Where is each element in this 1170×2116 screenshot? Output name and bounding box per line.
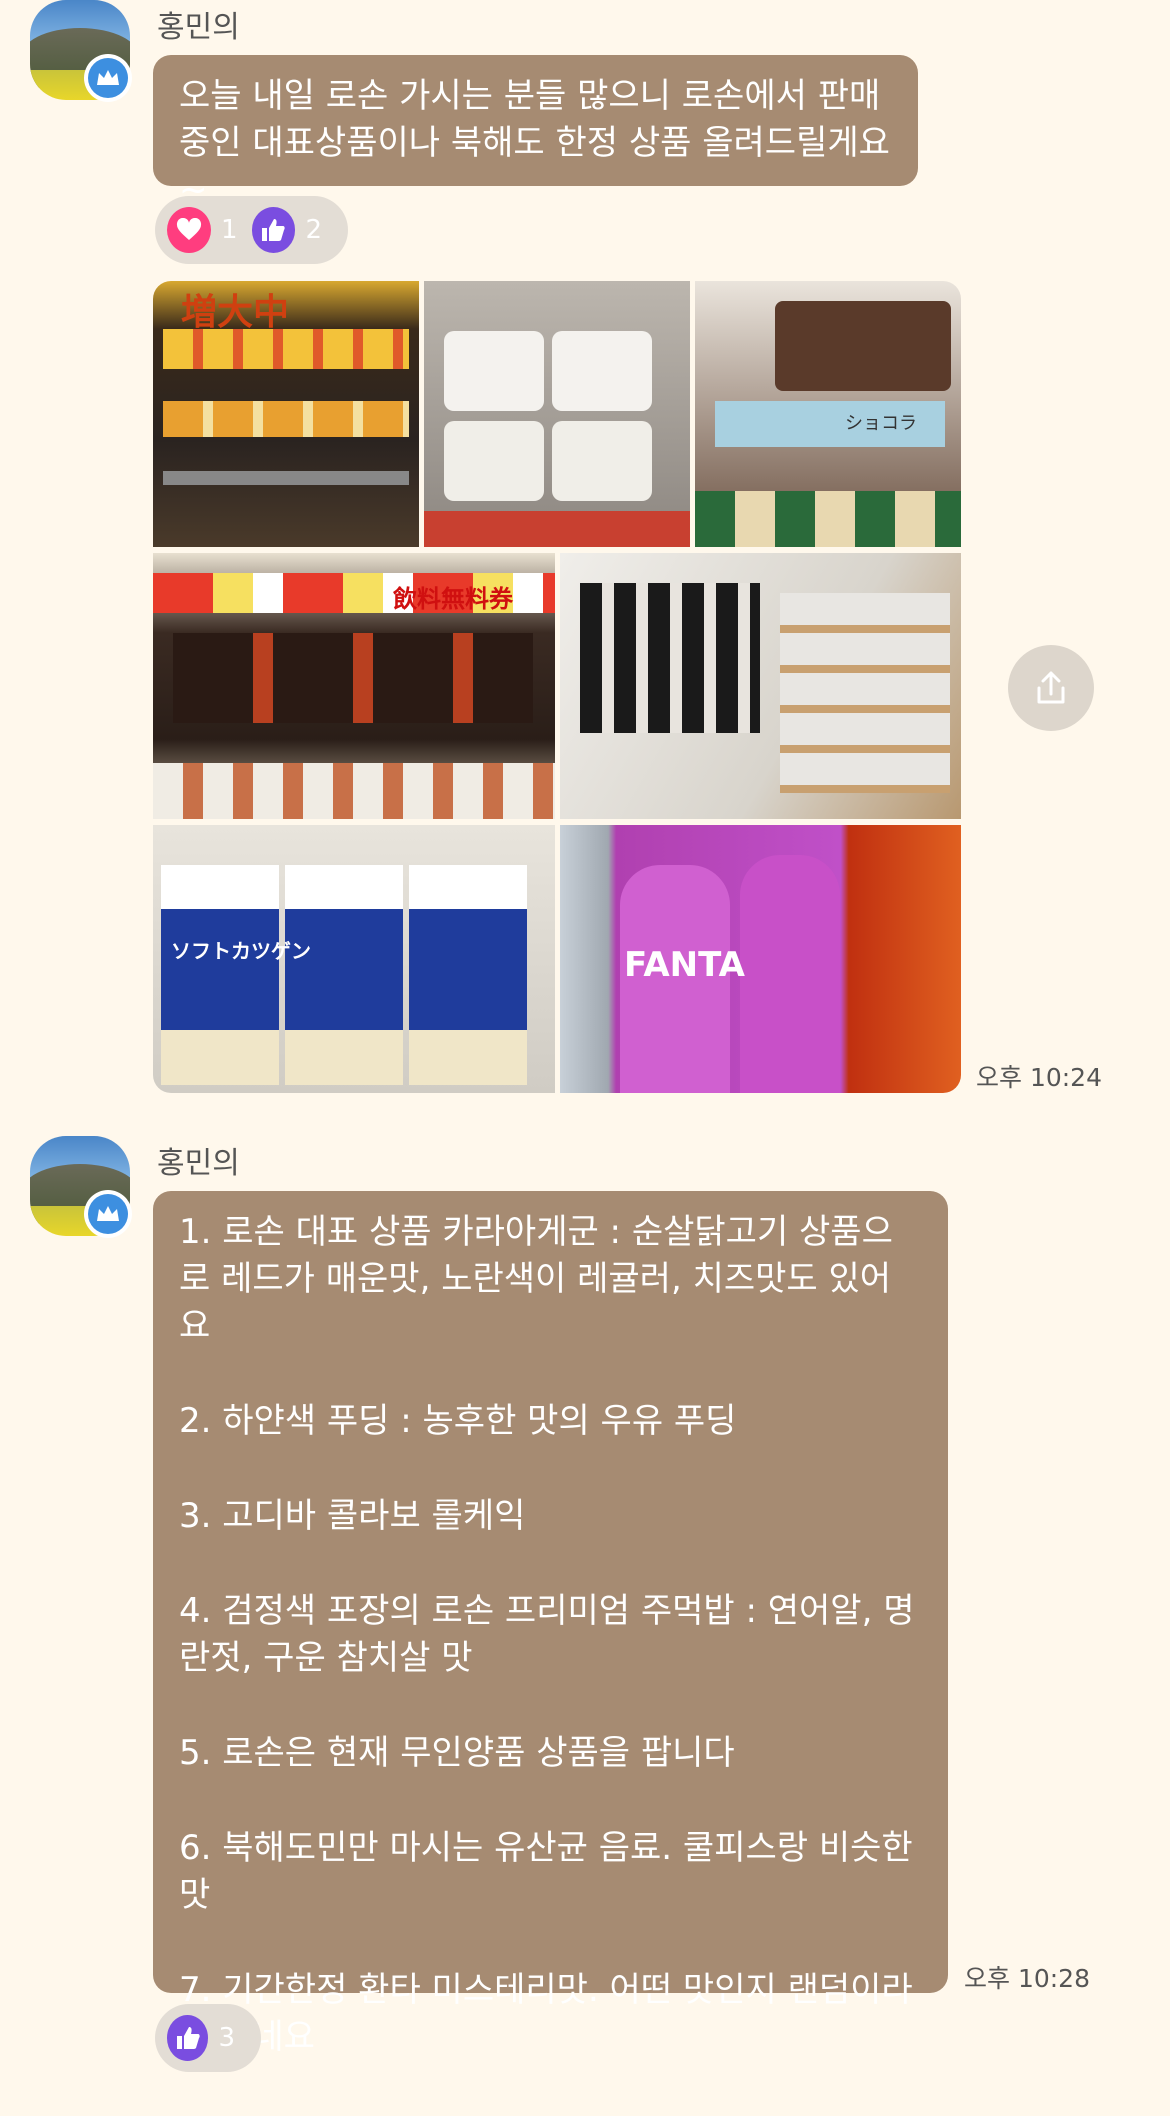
reaction-bar[interactable]: 1 2 <box>155 196 348 264</box>
message-time: 오후 10:28 <box>964 1964 1090 1993</box>
thumbs-up-icon[interactable] <box>167 2015 209 2061</box>
photo-overlay-text: ショコラ <box>845 413 917 434</box>
crown-badge-icon <box>84 1190 132 1238</box>
crown-badge-icon <box>84 54 132 102</box>
list-item: 4. 검정색 포장의 로손 프리미엄 주먹밥 : 연어알, 명란젓, 구운 참치… <box>179 1591 915 1678</box>
photo-overlay-text: 飲料無料券 <box>393 585 513 613</box>
list-item: 2. 하얀색 푸딩 : 농후한 맛의 우유 푸딩 <box>179 1401 737 1441</box>
message-bubble[interactable]: 오늘 내일 로손 가시는 분들 많으니 로손에서 판매중인 대표상품이나 북해도… <box>153 55 918 210</box>
reaction-count: 3 <box>218 2023 235 2053</box>
photo-onigiri-shelf[interactable]: 飲料無料券 <box>153 553 555 819</box>
photo-fanta-mystery[interactable]: FANTA <box>560 825 961 1093</box>
photo-godiva-roll-cake[interactable]: ショコラ <box>695 281 961 547</box>
message-bubble[interactable]: 1. 로손 대표 상품 카라아게군 : 순살닭고기 상품으로 레드가 매운맛, … <box>153 1191 948 2057</box>
photo-white-pudding[interactable] <box>424 281 690 547</box>
heart-icon[interactable] <box>167 207 211 253</box>
list-item: 7. 기간한정 환타 미스테리맛. 어떤 맛인지 랜덤이라고 하네요 <box>179 1970 913 2057</box>
list-item: 5. 로손은 현재 무인양품 상품을 팝니다 <box>179 1733 735 1773</box>
reaction-count: 2 <box>305 215 322 245</box>
photo-overlay-text: ソフトカツゲン <box>171 939 311 963</box>
photo-grid: 増大中 ショコラ 飲料無料券 ソフトカツゲン FANTA <box>153 281 961 1093</box>
thumbs-up-icon[interactable] <box>251 207 296 253</box>
list-item: 1. 로손 대표 상품 카라아게군 : 순살닭고기 상품으로 레드가 매운맛, … <box>179 1212 893 1346</box>
photo-muji-socks[interactable] <box>560 553 961 819</box>
share-icon <box>1037 671 1065 704</box>
message-time: 오후 10:24 <box>976 1063 1102 1092</box>
share-button[interactable] <box>1008 645 1094 731</box>
reaction-count: 1 <box>220 215 238 245</box>
sender-name: 홍민의 <box>157 1146 240 1181</box>
reaction-bar[interactable]: 3 <box>155 2004 261 2072</box>
list-item: 3. 고디바 콜라보 롤케익 <box>179 1496 526 1536</box>
photo-karaage-kun-shelf[interactable]: 増大中 <box>153 281 419 547</box>
message-text: 오늘 내일 로손 가시는 분들 많으니 로손에서 판매중인 대표상품이나 북해도… <box>179 76 890 210</box>
sender-name: 홍민의 <box>157 10 240 45</box>
photo-overlay-text: FANTA <box>624 945 745 985</box>
photo-soft-curdgen[interactable]: ソフトカツゲン <box>153 825 555 1093</box>
list-item: 6. 북해도민만 마시는 유산균 음료. 쿨피스랑 비슷한 맛 <box>179 1828 913 1915</box>
photo-overlay-text: 増大中 <box>181 292 290 333</box>
